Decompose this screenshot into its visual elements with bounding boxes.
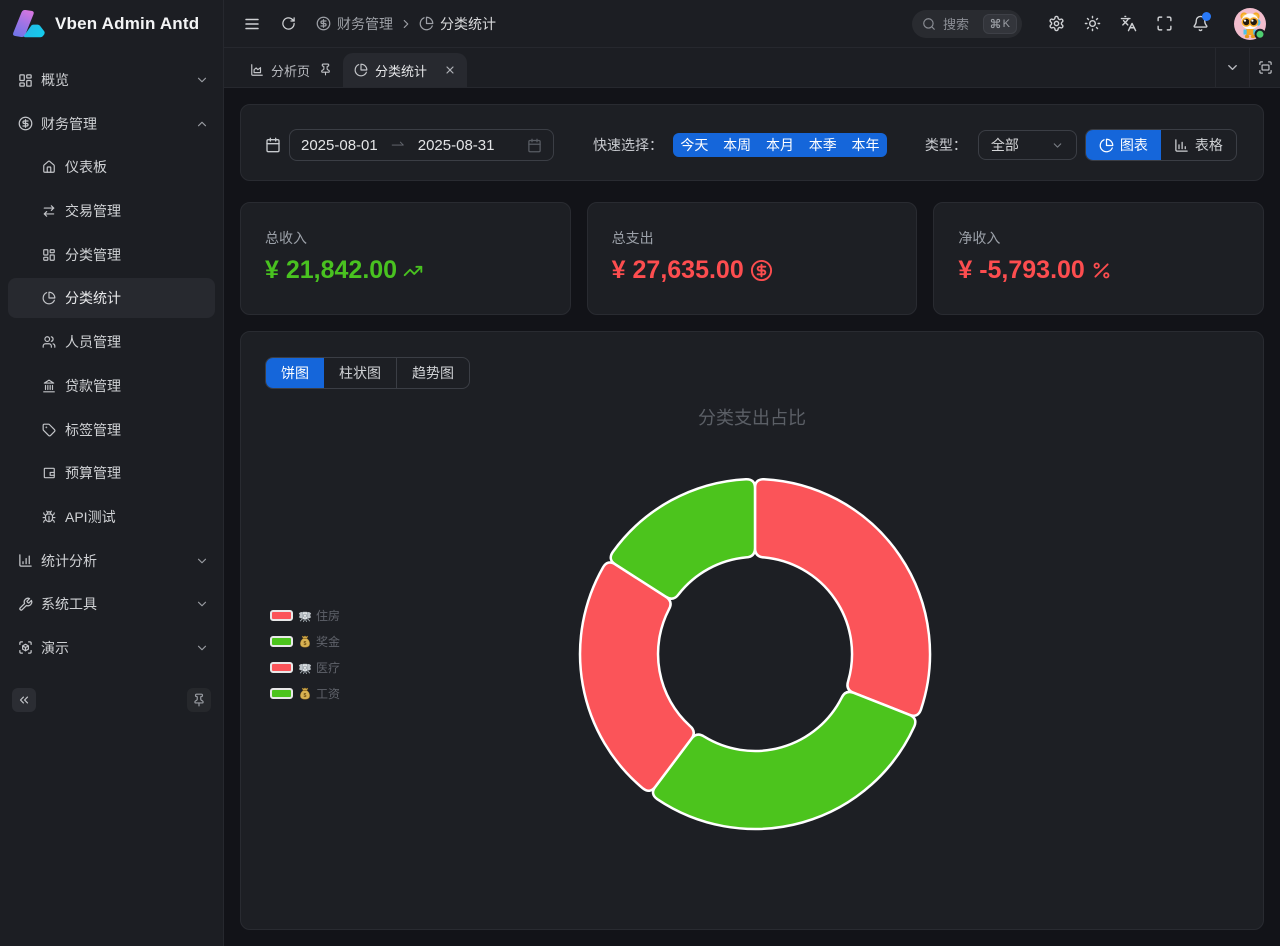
svg-text:$: $ xyxy=(304,640,307,646)
svg-text:$: $ xyxy=(304,692,307,698)
